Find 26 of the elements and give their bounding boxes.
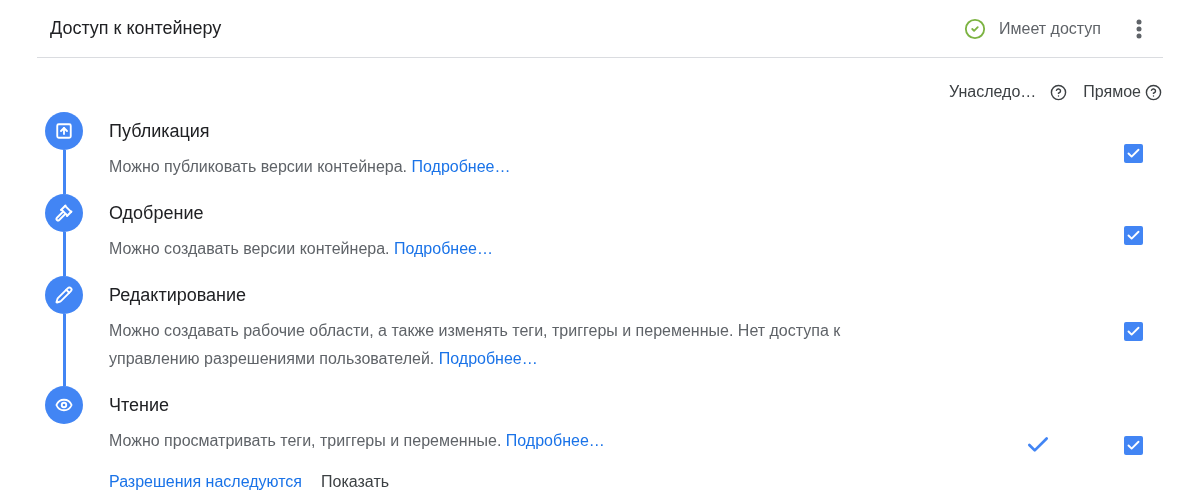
learn-more-link[interactable]: Подробнее… <box>393 240 493 257</box>
page-title: Доступ к контейнеру <box>50 17 223 40</box>
column-header: Прямое <box>1083 82 1141 102</box>
learn-more-link[interactable]: Подробнее… <box>438 350 538 367</box>
direct-checkbox[interactable] <box>1123 435 1143 455</box>
direct-checkbox[interactable] <box>1123 143 1143 163</box>
access-status: Имеет доступ <box>999 18 1101 39</box>
permission-title: Публикация <box>109 120 210 143</box>
permission-title: Чтение <box>109 394 170 417</box>
learn-more-link[interactable]: Подробнее… <box>505 432 605 449</box>
permission-title: Редактирование <box>109 284 247 307</box>
help-icon[interactable] <box>1145 83 1162 101</box>
direct-checkbox[interactable] <box>1123 225 1143 245</box>
check-circle-icon <box>964 17 987 40</box>
learn-more-link[interactable]: Подробнее… <box>411 158 511 175</box>
more-icon <box>1136 18 1142 39</box>
show-button[interactable]: Показать <box>321 468 390 496</box>
permission-description: Можно просматривать теги, триггеры и переменные. Подробнее… <box>109 431 606 451</box>
permission-description: Можно создавать версии контейнера. Подробнее… <box>109 239 494 259</box>
direct-checkbox[interactable] <box>1123 321 1143 341</box>
permission-description: Можно публиковать версии контейнера. Подробнее… <box>109 157 512 177</box>
help-icon[interactable] <box>1050 83 1068 101</box>
inherited-permissions-link[interactable]: Разрешения наследуются <box>109 468 303 496</box>
column-header: Унаследо… <box>949 82 1037 102</box>
permission-title: Одобрение <box>109 202 204 225</box>
permission-description: Можно создавать рабочие области, а также изменять теги, триггеры и переменные. Нет доступа к управлению разрешениями пользователей. Подробнее… <box>109 321 842 369</box>
